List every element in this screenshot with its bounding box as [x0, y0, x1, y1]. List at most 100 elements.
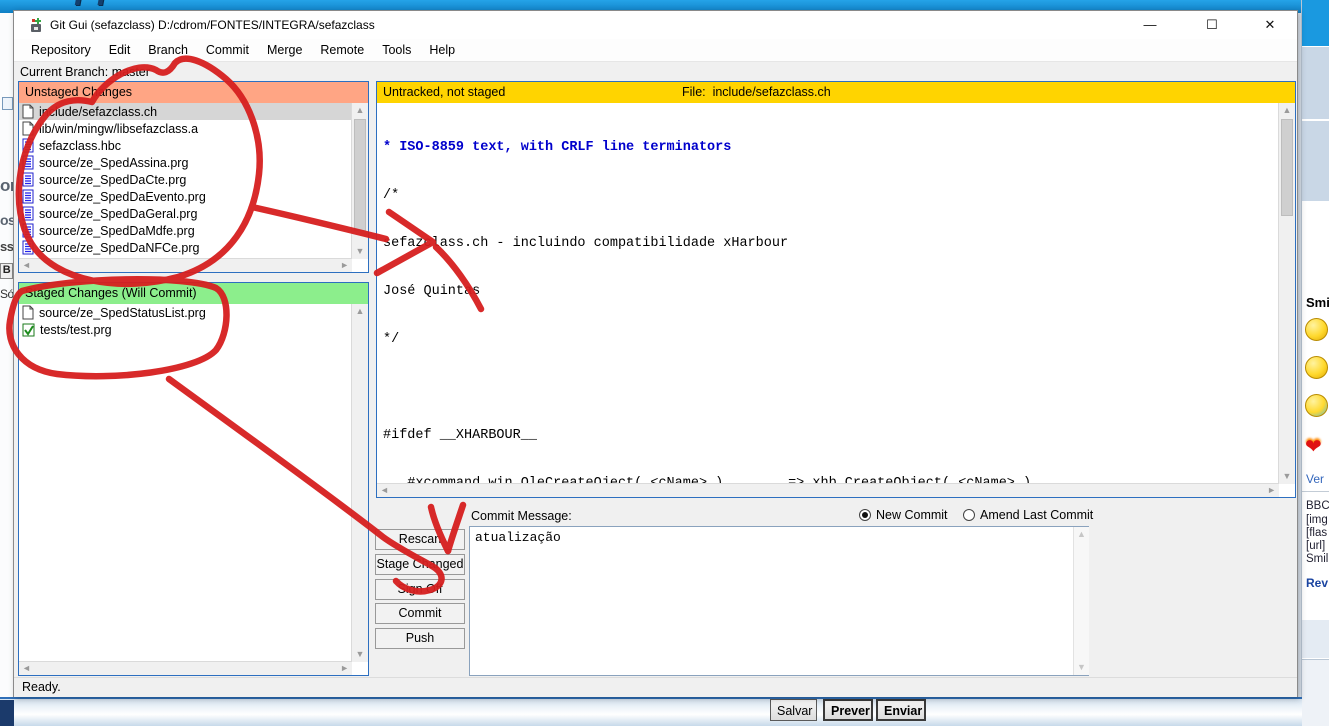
scroll-left-icon[interactable]: ◄	[22, 259, 31, 272]
page-fragment-text: on	[0, 176, 13, 196]
new-commit-label: New Commit	[876, 508, 948, 522]
file-row[interactable]: source/ze_SpedDaCte.prg	[19, 171, 352, 188]
smiley-icon[interactable]	[1305, 318, 1328, 341]
ver-link[interactable]: Ver	[1306, 472, 1324, 486]
file-name: include/sefazclass.ch	[39, 105, 157, 119]
file-row[interactable]: include/sefazclass.ch	[19, 103, 352, 120]
scroll-down-icon[interactable]: ▼	[352, 648, 368, 661]
unstaged-header: Unstaged Changes	[19, 82, 368, 103]
bbcode-line: Smil	[1306, 553, 1328, 565]
amend-commit-radio[interactable]	[963, 509, 975, 521]
menu-remote[interactable]: Remote	[311, 43, 373, 57]
smiley-crying-icon[interactable]	[1305, 394, 1328, 417]
file-name: source/ze_SpedDaCte.prg	[39, 173, 186, 187]
file-name: source/ze_SpedDaGeral.prg	[39, 207, 197, 221]
scroll-right-icon[interactable]: ►	[340, 259, 349, 272]
git-gui-app-icon	[28, 17, 44, 33]
commit-message-scrollbar[interactable]: ▲ ▼	[1073, 527, 1089, 675]
menu-merge[interactable]: Merge	[258, 43, 311, 57]
title-bar[interactable]: Git Gui (sefazclass) D:/cdrom/FONTES/INT…	[14, 11, 1297, 39]
menu-commit[interactable]: Commit	[197, 43, 258, 57]
stage-changed-button[interactable]: Stage Changed	[375, 554, 465, 575]
file-row[interactable]: source/ze_SpedDaGeral.prg	[19, 205, 352, 222]
scroll-left-icon[interactable]: ◄	[22, 662, 31, 675]
enviar-button[interactable]: Enviar	[876, 699, 926, 721]
diff-code-view[interactable]: * ISO-8859 text, with CRLF line terminat…	[377, 103, 1279, 484]
file-row[interactable]: source/ze_SpedDaMdfe.prg	[19, 222, 352, 239]
scroll-left-icon[interactable]: ◄	[380, 484, 389, 497]
scroll-down-icon[interactable]: ▼	[1279, 470, 1295, 483]
scroll-down-icon[interactable]: ▼	[352, 245, 368, 258]
salvar-button[interactable]: Salvar	[770, 699, 817, 721]
minimize-button[interactable]: —	[1127, 11, 1173, 39]
close-button[interactable]: ✕	[1247, 11, 1293, 39]
code-line: * ISO-8859 text, with CRLF line terminat…	[383, 140, 1279, 156]
scroll-up-icon[interactable]: ▲	[1074, 528, 1089, 541]
scroll-right-icon[interactable]: ►	[340, 662, 349, 675]
commit-message-input[interactable]: atualização	[469, 526, 1089, 676]
file-untracked-icon	[22, 121, 34, 136]
file-path-text: include/sefazclass.ch	[713, 85, 831, 99]
file-row[interactable]: sefazclass.hbc	[19, 137, 352, 154]
file-name: source/ze_SpedDaEvento.prg	[39, 190, 206, 204]
page-fragment-text: Só	[0, 287, 13, 301]
staged-vertical-scrollbar[interactable]: ▲ ▼	[351, 304, 368, 662]
page-footer-strip	[0, 697, 1302, 726]
scroll-down-icon[interactable]: ▼	[1074, 661, 1089, 674]
heart-flame-icon[interactable]: ❤	[1305, 434, 1322, 459]
diff-status-header: Untracked, not staged File: include/sefa…	[377, 82, 1295, 103]
file-row[interactable]: lib/win/mingw/libsefazclass.a	[19, 120, 352, 137]
diff-vertical-scrollbar[interactable]: ▲ ▼	[1278, 103, 1295, 484]
staged-horizontal-scrollbar[interactable]: ◄ ►	[19, 661, 352, 675]
bbcode-line: [img	[1306, 514, 1328, 526]
code-line: */	[383, 332, 1279, 348]
diff-panel: Untracked, not staged File: include/sefa…	[376, 81, 1296, 498]
menu-tools[interactable]: Tools	[373, 43, 420, 57]
diff-file-label: File: include/sefazclass.ch	[682, 82, 831, 103]
file-row[interactable]: source/ze_SpedAssina.prg	[19, 154, 352, 171]
smiley-icon[interactable]	[1305, 356, 1328, 379]
bbcode-line: BBC	[1306, 500, 1329, 512]
prever-button[interactable]: Prever	[823, 699, 873, 721]
scroll-right-icon[interactable]: ►	[1267, 484, 1276, 497]
bold-toolbar-button[interactable]: B	[0, 263, 13, 279]
file-modified-icon	[22, 189, 34, 204]
rescan-button[interactable]: Rescan	[375, 529, 465, 550]
code-line: /*	[383, 188, 1279, 204]
new-commit-radio[interactable]	[859, 509, 871, 521]
staged-file-list[interactable]: source/ze_SpedStatusList.prg tests/test.…	[19, 304, 352, 662]
file-name: source/ze_SpedDaNFCe.prg	[39, 241, 200, 255]
file-row[interactable]: source/ze_SpedDaNFCe.prg	[19, 239, 352, 256]
file-modified-icon	[22, 240, 34, 255]
file-row[interactable]: source/ze_SpedDaEvento.prg	[19, 188, 352, 205]
scrollbar-thumb[interactable]	[354, 119, 366, 231]
diff-horizontal-scrollbar[interactable]: ◄ ►	[377, 483, 1279, 497]
sign-off-button[interactable]: Sign Off	[375, 579, 465, 600]
menu-edit[interactable]: Edit	[100, 43, 140, 57]
code-line: #ifdef __XHARBOUR__	[383, 428, 1279, 444]
scrollbar-thumb[interactable]	[1281, 119, 1293, 216]
scroll-up-icon[interactable]: ▲	[352, 305, 368, 318]
unstaged-vertical-scrollbar[interactable]: ▲ ▼	[351, 103, 368, 259]
menu-bar: Repository Edit Branch Commit Merge Remo…	[14, 39, 1297, 61]
menu-help[interactable]: Help	[420, 43, 464, 57]
scroll-up-icon[interactable]: ▲	[352, 104, 368, 117]
commit-button[interactable]: Commit	[375, 603, 465, 624]
maximize-button[interactable]: ☐	[1189, 11, 1235, 39]
unstaged-horizontal-scrollbar[interactable]: ◄ ►	[19, 258, 352, 272]
menu-repository[interactable]: Repository	[22, 43, 100, 57]
smilies-title: Smi	[1306, 295, 1329, 310]
diff-status-text: Untracked, not staged	[383, 85, 505, 99]
screen: { "page": { "logo_text": "Clipper On Lin…	[0, 0, 1329, 726]
scroll-up-icon[interactable]: ▲	[1279, 104, 1295, 117]
file-modified-icon	[22, 206, 34, 221]
push-button[interactable]: Push	[375, 628, 465, 649]
file-name: source/ze_SpedAssina.prg	[39, 156, 188, 170]
code-line: José Quintas	[383, 284, 1279, 300]
file-modified-icon	[22, 138, 34, 153]
menu-branch[interactable]: Branch	[139, 43, 197, 57]
file-row[interactable]: source/ze_SpedStatusList.prg	[19, 304, 352, 321]
file-row[interactable]: tests/test.prg	[19, 321, 352, 338]
unstaged-file-list[interactable]: include/sefazclass.ch lib/win/mingw/libs…	[19, 103, 352, 259]
site-logo: Clipper On Line	[26, 0, 309, 7]
